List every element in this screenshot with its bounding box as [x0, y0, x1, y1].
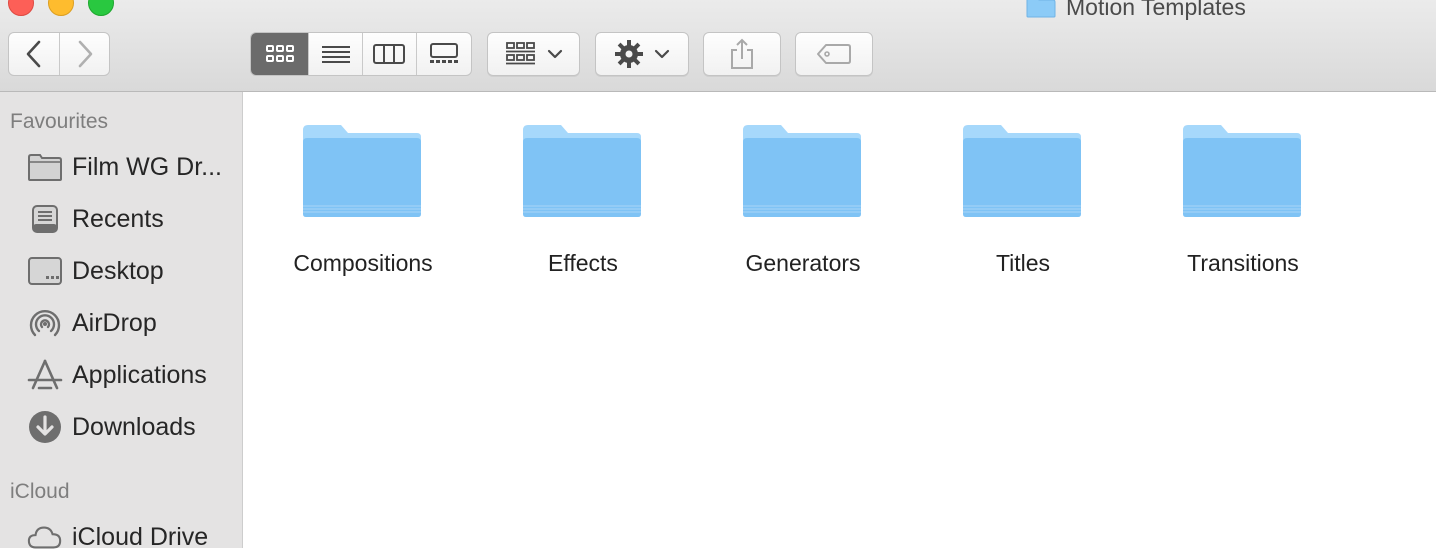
window-title: Motion Templates [1026, 0, 1246, 20]
sidebar-item-label: Desktop [72, 256, 164, 285]
back-button[interactable] [9, 33, 59, 75]
folder-name: Generators [745, 250, 861, 276]
drive-folder-icon [27, 149, 63, 185]
icon-view-button[interactable] [251, 33, 309, 75]
column-view-button[interactable] [361, 33, 416, 75]
folder-item-generators[interactable]: Generators [683, 122, 903, 292]
applications-icon [27, 357, 63, 393]
sidebar: Favourites Film WG Dr... Recents Desktop… [0, 92, 243, 551]
action-menu-button[interactable] [595, 32, 689, 76]
folder-name: Effects [548, 250, 618, 276]
sidebar-item-icloud-drive[interactable]: iCloud Drive [0, 514, 242, 560]
list-view-icon [321, 44, 351, 64]
sidebar-section-icloud: iCloud [10, 480, 70, 503]
close-window-button[interactable] [8, 0, 34, 16]
folder-item-titles[interactable]: Titles [903, 122, 1123, 292]
sidebar-item-label: Film WG Dr... [72, 152, 222, 181]
folder-item-effects[interactable]: Effects [463, 122, 683, 292]
group-by-button[interactable] [487, 32, 580, 76]
chevron-down-icon [654, 48, 670, 60]
toolbar: Motion Templates [0, 0, 1436, 92]
group-by-icon [505, 41, 537, 67]
sidebar-item-label: iCloud Drive [72, 522, 209, 551]
forward-button[interactable] [59, 33, 109, 75]
column-view-icon [373, 43, 406, 65]
sidebar-item-film-wg-drive[interactable]: Film WG Dr... [0, 144, 242, 190]
tag-icon [816, 43, 852, 65]
share-icon [729, 38, 755, 70]
chevron-right-icon [75, 39, 95, 69]
list-view-button[interactable] [308, 33, 362, 75]
folder-name: Compositions [293, 250, 433, 276]
gallery-view-button[interactable] [415, 33, 472, 75]
sidebar-item-desktop[interactable]: Desktop [0, 248, 242, 294]
sidebar-item-label: Recents [72, 204, 164, 233]
folder-icon [961, 122, 1083, 220]
cloud-icon [27, 519, 63, 555]
folder-icon [741, 122, 863, 220]
sidebar-item-label: Applications [72, 360, 207, 389]
navigation-buttons [8, 32, 110, 76]
gallery-view-icon [428, 43, 460, 65]
folder-item-transitions[interactable]: Transitions [1123, 122, 1343, 292]
chevron-down-icon [547, 48, 563, 60]
sidebar-item-recents[interactable]: Recents [0, 196, 242, 242]
sidebar-item-label: AirDrop [72, 308, 157, 337]
folder-icon [1026, 0, 1056, 18]
sidebar-section-favourites: Favourites [10, 110, 109, 133]
chevron-left-icon [24, 39, 44, 69]
folder-item-compositions[interactable]: Compositions [243, 122, 463, 292]
view-mode-control [250, 32, 472, 76]
folder-icon [1181, 122, 1303, 220]
folder-name: Transitions [1187, 250, 1299, 276]
airdrop-icon [27, 305, 63, 341]
tag-button[interactable] [795, 32, 873, 76]
folder-icon [521, 122, 643, 220]
window-title-text: Motion Templates [1066, 0, 1246, 20]
sidebar-item-label: Downloads [72, 412, 196, 441]
share-button[interactable] [703, 32, 781, 76]
sidebar-item-downloads[interactable]: Downloads [0, 404, 242, 450]
icon-view-icon [265, 44, 295, 64]
sidebar-item-airdrop[interactable]: AirDrop [0, 300, 242, 346]
desktop-icon [27, 253, 63, 289]
downloads-icon [27, 409, 63, 445]
zoom-window-button[interactable] [88, 0, 114, 16]
folder-icon [301, 122, 423, 220]
file-browser-content: Compositions Effects Generators Titles T… [243, 92, 1436, 548]
gear-icon [614, 39, 644, 69]
folder-name: Titles [995, 250, 1051, 276]
sidebar-item-applications[interactable]: Applications [0, 352, 242, 398]
minimize-window-button[interactable] [48, 0, 74, 16]
recents-icon [27, 201, 63, 237]
